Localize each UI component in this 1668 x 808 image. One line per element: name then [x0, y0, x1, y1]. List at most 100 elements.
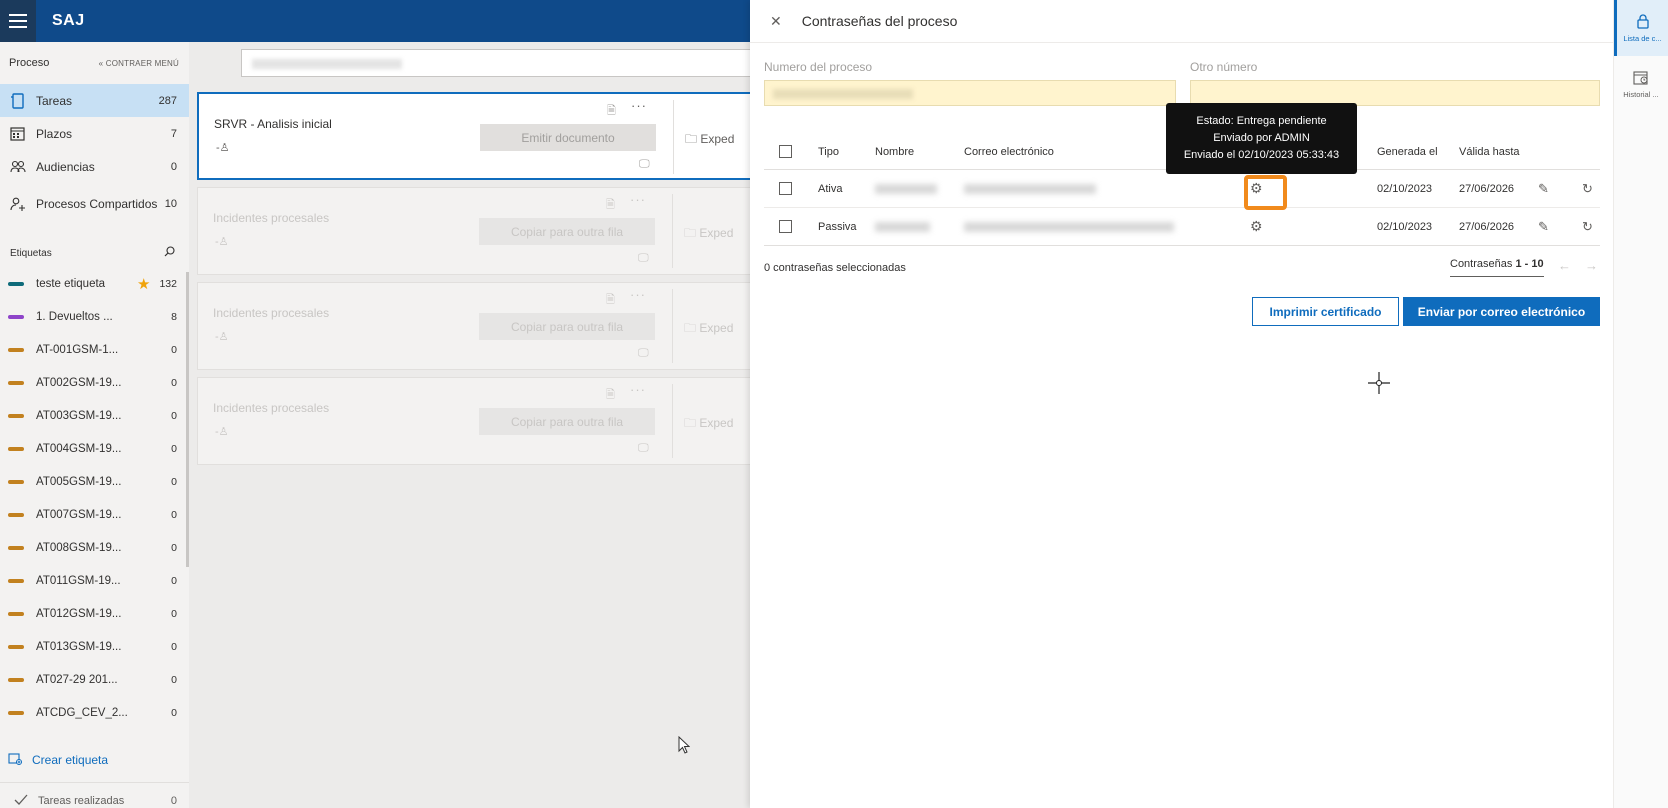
assign-user-icon[interactable]: -♙ — [215, 330, 229, 343]
more-options-icon[interactable]: ··· — [630, 287, 646, 302]
rail-item-history[interactable]: Historial ... — [1614, 56, 1668, 112]
other-number-label: Otro número — [1190, 60, 1258, 74]
refresh-icon[interactable]: ↻ — [1582, 181, 1593, 197]
close-icon[interactable]: ✕ — [770, 13, 782, 30]
expedient-link[interactable]: 🗀 Exped — [684, 319, 733, 340]
tag-item[interactable]: 1. Devueltos ... 8 — [0, 300, 189, 333]
search-icon[interactable] — [164, 246, 175, 260]
tag-label: AT027-29 201... — [36, 673, 118, 686]
pager-range: 1 - 10 — [1515, 258, 1544, 270]
task-card[interactable]: Incidentes procesales -♙ Copiar para outra… — [197, 377, 757, 465]
tag-item[interactable]: AT011GSM-19... 0 — [0, 564, 189, 597]
task-action-button[interactable]: Copiar para outra fila — [479, 218, 655, 245]
row-checkbox[interactable] — [779, 220, 792, 233]
tag-color-bar — [8, 446, 24, 451]
tag-list: teste etiqueta ★ 132 1. Devueltos ... 8 AT-00… — [0, 267, 189, 729]
task-title: Incidentes procesales — [213, 306, 330, 320]
tag-item[interactable]: AT-001GSM-1... 0 — [0, 333, 189, 366]
document-icon[interactable]: 🗎 — [606, 196, 615, 215]
tag-item[interactable]: AT004GSM-19... 0 — [0, 432, 189, 465]
search-input[interactable] — [241, 49, 761, 77]
column-valida[interactable]: Válida hasta — [1459, 146, 1520, 158]
table-row[interactable]: Passiva ⚙ 02/10/2023 27/06/2026 ✎ ↻ — [764, 208, 1600, 246]
select-all-checkbox[interactable] — [779, 145, 792, 158]
task-card[interactable]: Incidentes procesales -♙ Copiar para outra… — [197, 282, 757, 370]
next-page-icon[interactable]: → — [1585, 258, 1598, 273]
assign-user-icon[interactable]: -♙ — [215, 235, 229, 248]
document-icon[interactable]: 🗎 — [607, 102, 616, 121]
lock-icon — [1636, 13, 1650, 31]
tag-item[interactable]: teste etiqueta ★ 132 — [0, 267, 189, 300]
expedient-link[interactable]: 🗀 Exped — [685, 130, 734, 151]
expedient-link[interactable]: 🗀 Exped — [684, 414, 733, 435]
edit-icon[interactable]: ✎ — [1538, 219, 1549, 235]
row-generada: 02/10/2023 — [1377, 220, 1433, 233]
app-header: SAJ — [0, 0, 750, 42]
table-row[interactable]: Ativa ⚙ 02/10/2023 27/06/2026 ✎ ↻ — [764, 170, 1600, 208]
monitor-icon[interactable]: 🖵 — [638, 252, 649, 265]
tag-item[interactable]: AT027-29 201... 0 — [0, 663, 189, 696]
column-nombre[interactable]: Nombre — [875, 146, 914, 158]
refresh-icon[interactable]: ↻ — [1582, 219, 1593, 235]
assign-user-icon[interactable]: -♙ — [216, 141, 230, 154]
tag-item[interactable]: AT005GSM-19... 0 — [0, 465, 189, 498]
tag-label: AT007GSM-19... — [36, 508, 122, 521]
send-email-button[interactable]: Enviar por correo electrónico — [1403, 297, 1600, 326]
edit-icon[interactable]: ✎ — [1538, 181, 1549, 197]
monitor-icon[interactable]: 🖵 — [638, 347, 649, 360]
monitor-icon[interactable]: 🖵 — [639, 158, 650, 171]
more-options-icon[interactable]: ··· — [630, 382, 646, 397]
create-tag-label: Crear etiqueta — [32, 753, 109, 767]
tag-item[interactable]: AT008GSM-19... 0 — [0, 531, 189, 564]
sidebar-item-done-tasks[interactable]: Tareas realizadas 0 — [0, 782, 189, 808]
tag-count: 0 — [171, 475, 177, 488]
collapse-menu-button[interactable]: « CONTRAER MENÚ — [99, 59, 179, 68]
task-card[interactable]: Incidentes procesales -♙ Copiar para outra… — [197, 187, 757, 275]
pager-info: Contraseñas 1 - 10 — [1450, 258, 1544, 277]
sidebar-item-tareas[interactable]: Tareas 287 — [0, 84, 189, 117]
document-icon[interactable]: 🗎 — [606, 386, 615, 405]
sidebar-item-procesos-compartidos[interactable]: Procesos Compartidos 10 — [0, 183, 189, 225]
monitor-icon[interactable]: 🖵 — [638, 442, 649, 455]
print-certificate-button[interactable]: Imprimir certificado — [1252, 297, 1399, 326]
column-correo[interactable]: Correo electrónico — [964, 146, 1054, 158]
gear-icon[interactable]: ⚙ — [1250, 218, 1263, 235]
right-rail: Lista de c... Historial ... — [1613, 0, 1668, 808]
sidebar-item-plazos[interactable]: Plazos 7 — [0, 117, 189, 150]
rail-item-password-list[interactable]: Lista de c... — [1614, 0, 1668, 56]
task-card[interactable]: SRVR - Analisis inicial -♙ Emitir document… — [197, 92, 757, 180]
tooltip-status: Estado: Entrega pendiente — [1196, 115, 1327, 127]
tag-item[interactable]: AT002GSM-19... 0 — [0, 366, 189, 399]
hamburger-menu-icon[interactable] — [0, 0, 36, 42]
more-options-icon[interactable]: ··· — [631, 98, 647, 113]
document-icon[interactable]: 🗎 — [606, 291, 615, 310]
task-action-button[interactable]: Emitir documento — [480, 124, 656, 151]
tag-item[interactable]: AT007GSM-19... 0 — [0, 498, 189, 531]
assign-user-icon[interactable]: -♙ — [215, 425, 229, 438]
tag-item[interactable]: AT013GSM-19... 0 — [0, 630, 189, 663]
star-icon[interactable]: ★ — [137, 275, 150, 293]
tag-color-bar — [8, 347, 24, 352]
more-options-icon[interactable]: ··· — [630, 192, 646, 207]
expedient-link[interactable]: 🗀 Exped — [684, 224, 733, 245]
card-divider — [672, 384, 673, 458]
tooltip-date: Enviado el 02/10/2023 05:33:43 — [1183, 149, 1340, 161]
row-checkbox[interactable] — [779, 182, 792, 195]
prev-page-icon[interactable]: ← — [1558, 258, 1571, 273]
expedient-label: Exped — [699, 226, 734, 240]
row-valida: 27/06/2026 — [1459, 220, 1515, 233]
create-tag-button[interactable]: Crear etiqueta — [0, 745, 189, 775]
tag-item[interactable]: AT003GSM-19... 0 — [0, 399, 189, 432]
column-tipo[interactable]: Tipo — [818, 146, 839, 158]
sidebar-item-label: Audiencias — [36, 159, 95, 174]
task-action-button[interactable]: Copiar para outra fila — [479, 313, 655, 340]
column-generada[interactable]: Generada el — [1377, 146, 1438, 158]
sidebar-item-audiencias[interactable]: Audiencias 0 — [0, 150, 189, 183]
tag-color-bar — [8, 545, 24, 550]
task-action-button[interactable]: Copiar para outra fila — [479, 408, 655, 435]
tag-item[interactable]: ATCDG_CEV_2... 0 — [0, 696, 189, 729]
tag-label: AT003GSM-19... — [36, 409, 122, 422]
tag-label: AT012GSM-19... — [36, 607, 122, 620]
tag-item[interactable]: AT012GSM-19... 0 — [0, 597, 189, 630]
process-number-field[interactable] — [764, 80, 1176, 106]
